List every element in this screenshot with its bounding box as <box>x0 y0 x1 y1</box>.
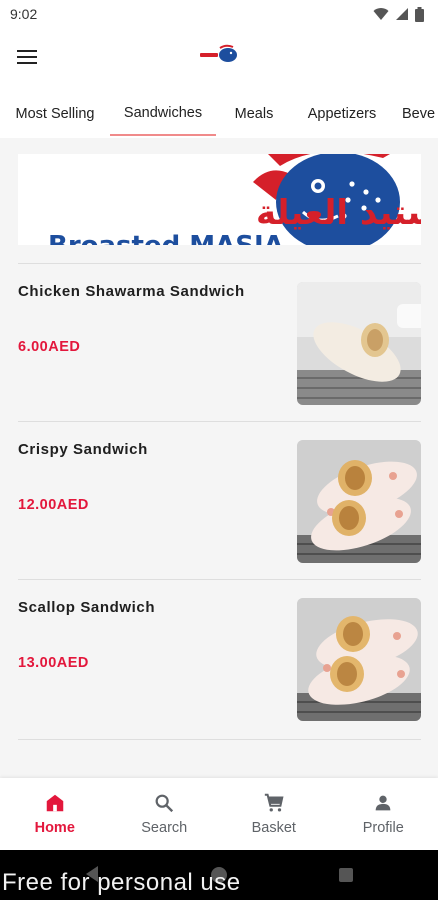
recents-icon[interactable] <box>338 867 354 883</box>
person-icon <box>375 795 391 811</box>
signal-icon <box>396 8 408 20</box>
product-list: بروستيد العيلة Broasted MASIA Chicken Sh… <box>0 138 438 778</box>
tab-most-selling[interactable]: Most Selling <box>0 92 110 136</box>
divider <box>18 739 421 740</box>
menu-icon <box>17 50 37 52</box>
watermark-text: Free for personal use <box>2 869 241 896</box>
nav-label: Basket <box>251 820 296 836</box>
nav-profile[interactable]: Profile <box>329 778 438 850</box>
banner-latin-text: Broasted MASIA <box>48 231 284 245</box>
wifi-icon <box>373 8 389 20</box>
product-image[interactable] <box>297 598 421 721</box>
app-logo <box>200 44 237 62</box>
product-price: 13.00AED <box>18 655 89 671</box>
nav-search[interactable]: Search <box>110 778 220 850</box>
product-item[interactable]: Crispy Sandwich 12.00AED <box>0 421 438 579</box>
product-name: Chicken Shawarma Sandwich <box>18 283 245 300</box>
cart-icon <box>264 793 284 812</box>
app-bar <box>0 28 438 86</box>
nav-label: Search <box>141 820 188 836</box>
tab-appetizers[interactable]: Appetizers <box>292 92 392 136</box>
product-price: 6.00AED <box>18 339 81 355</box>
tab-sandwiches[interactable]: Sandwiches <box>110 92 216 136</box>
nav-label: Home <box>34 820 75 836</box>
status-icons <box>373 6 424 22</box>
tab-meals[interactable]: Meals <box>216 92 292 136</box>
banner-arabic-text: بروستيد العيلة <box>256 193 421 233</box>
product-image[interactable] <box>297 282 421 405</box>
search-icon <box>155 794 174 813</box>
product-item[interactable]: Scallop Sandwich 13.00AED <box>0 579 438 737</box>
nav-basket[interactable]: Basket <box>219 778 329 850</box>
status-bar: 9:02 <box>0 0 438 28</box>
battery-icon <box>415 6 424 22</box>
tab-beverages[interactable]: Beve <box>392 92 438 136</box>
status-time: 9:02 <box>10 6 38 22</box>
product-price: 12.00AED <box>18 497 89 513</box>
menu-button[interactable] <box>14 44 40 70</box>
banner-graphic: بروستيد العيلة Broasted MASIA <box>18 154 421 245</box>
product-image[interactable] <box>297 440 421 563</box>
restaurant-banner: بروستيد العيلة Broasted MASIA <box>18 154 421 245</box>
category-tabs: Most Selling Sandwiches Meals Appetizers… <box>0 92 438 138</box>
product-item[interactable]: Chicken Shawarma Sandwich 6.00AED <box>0 263 438 421</box>
product-name: Crispy Sandwich <box>18 441 148 458</box>
product-name: Scallop Sandwich <box>18 599 156 616</box>
nav-home[interactable]: Home <box>0 778 110 850</box>
home-icon <box>46 794 63 812</box>
nav-label: Profile <box>362 820 404 836</box>
bottom-navigation: Home Search Basket Profile <box>0 778 438 850</box>
